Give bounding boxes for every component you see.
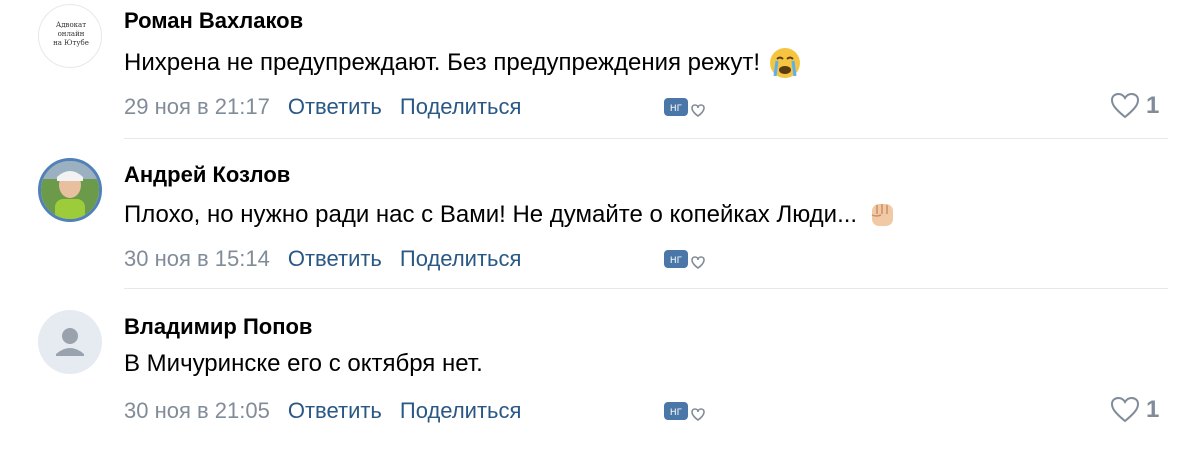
like-count: 1: [1146, 396, 1160, 423]
avatar-logo-icon: Адвокат онлайн на Ютубе: [53, 21, 89, 47]
comment-divider: [124, 288, 1168, 289]
crying-face-icon: [770, 48, 801, 78]
reactions-icon[interactable]: НГ: [662, 246, 714, 276]
svg-text:НГ: НГ: [670, 256, 682, 266]
reply-button[interactable]: Ответить: [288, 398, 382, 424]
comment-divider: [124, 138, 1168, 139]
comment-date[interactable]: 30 ноя в 21:05: [124, 398, 270, 424]
reactions-icon[interactable]: НГ: [662, 94, 714, 124]
like-count: 1: [1146, 92, 1160, 119]
comment-date[interactable]: 30 ноя в 15:14: [124, 246, 270, 272]
avatar-photo-icon: [41, 161, 99, 219]
raised-fist-icon: [871, 204, 894, 226]
comment-text: Нихрена не предупреждают. Без предупрежд…: [124, 46, 802, 80]
comment-meta: 30 ноя в 21:05 Ответить Поделиться: [124, 398, 539, 424]
share-button[interactable]: Поделиться: [400, 94, 521, 120]
reactions-icon[interactable]: НГ: [662, 398, 714, 428]
comment-item: Адвокат онлайн на Ютубе Роман Вахлаков Н…: [0, 0, 1200, 150]
svg-text:НГ: НГ: [670, 408, 682, 418]
reply-button[interactable]: Ответить: [288, 94, 382, 120]
comment-text-body: В Мичуринске его с октября нет.: [124, 350, 483, 377]
like-button[interactable]: 1: [1110, 92, 1159, 120]
comment-text-body: Плохо, но нужно ради нас с Вами! Не дума…: [124, 201, 858, 228]
svg-text:НГ: НГ: [670, 104, 682, 114]
comment-text: Плохо, но нужно ради нас с Вами! Не дума…: [124, 198, 899, 232]
like-button[interactable]: 1: [1110, 396, 1159, 424]
comment-author[interactable]: Владимир Попов: [124, 314, 312, 340]
user-placeholder-icon: [56, 328, 84, 356]
heart-icon: [1110, 396, 1140, 423]
comment-text: В Мичуринске его с октября нет.: [124, 350, 483, 378]
svg-text:онлайн: онлайн: [58, 30, 85, 38]
comment-item: Владимир Попов В Мичуринске его с октябр…: [0, 300, 1200, 450]
comments-list: Адвокат онлайн на Ютубе Роман Вахлаков Н…: [0, 0, 1200, 452]
comment-date[interactable]: 29 ноя в 21:17: [124, 94, 270, 120]
avatar[interactable]: [38, 158, 102, 222]
comment-meta: 29 ноя в 21:17 Ответить Поделиться: [124, 94, 539, 120]
svg-text:Адвокат: Адвокат: [56, 21, 86, 29]
avatar[interactable]: [38, 310, 102, 374]
comment-meta: 30 ноя в 15:14 Ответить Поделиться: [124, 246, 539, 272]
comment-author[interactable]: Андрей Козлов: [124, 162, 290, 188]
comment-author[interactable]: Роман Вахлаков: [124, 8, 303, 34]
comment-text-body: Нихрена не предупреждают. Без предупрежд…: [124, 49, 761, 76]
share-button[interactable]: Поделиться: [400, 398, 521, 424]
comment-item: Андрей Козлов Плохо, но нужно ради нас с…: [0, 150, 1200, 300]
avatar[interactable]: Адвокат онлайн на Ютубе: [38, 4, 102, 68]
share-button[interactable]: Поделиться: [400, 246, 521, 272]
svg-text:на Ютубе: на Ютубе: [53, 39, 89, 47]
heart-icon: [1110, 92, 1140, 119]
reply-button[interactable]: Ответить: [288, 246, 382, 272]
